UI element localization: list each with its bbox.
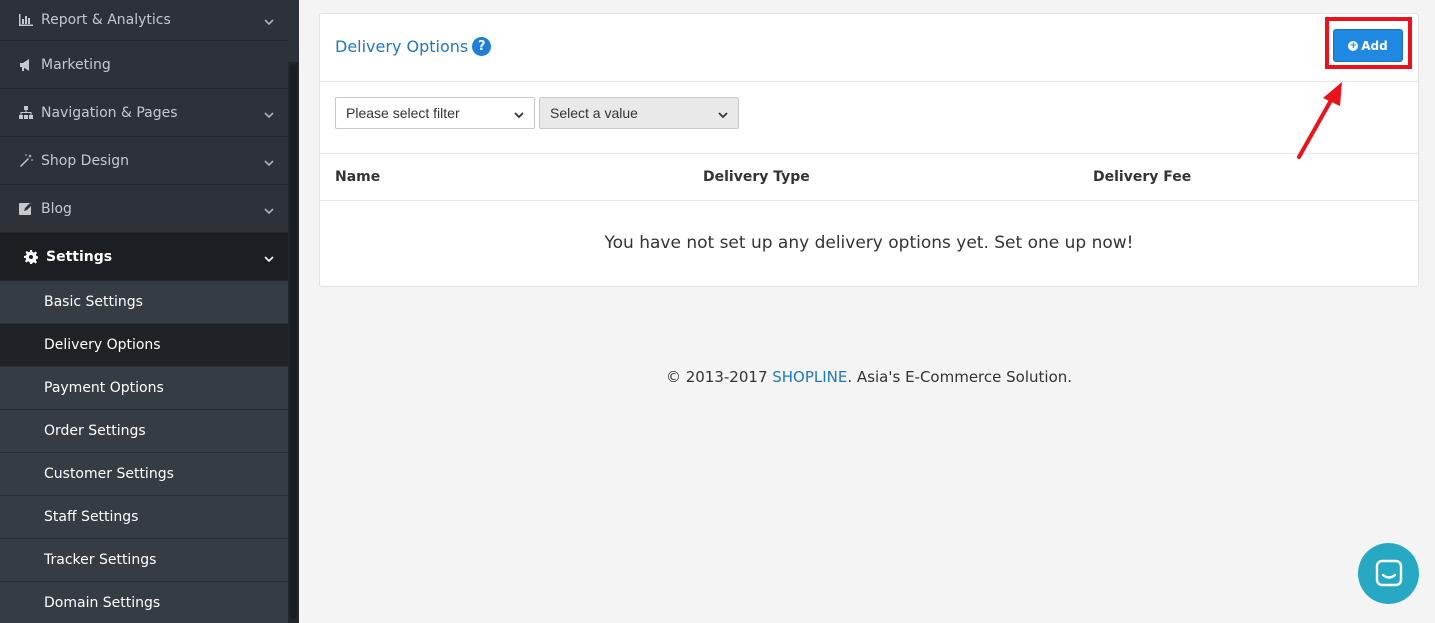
panel-header: Delivery Options ? + Add [320,14,1418,82]
magic-wand-icon [18,153,34,169]
sidebar-item-label: Blog [41,200,72,217]
chevron-down-icon [717,108,729,120]
sidebar-subitem-order-settings[interactable]: Order Settings [0,410,288,453]
chevron-down-icon [264,204,274,214]
filter-select[interactable]: Please select filter [335,97,535,129]
column-header-delivery-type[interactable]: Delivery Type [703,169,810,185]
megaphone-icon [18,57,34,73]
sidebar-subitem-label: Payment Options [44,380,164,396]
edit-icon [18,201,34,217]
sidebar-item-shop-design[interactable]: Shop Design [0,137,288,185]
help-icon[interactable]: ? [472,37,492,56]
sidebar-item-label: Shop Design [41,152,129,169]
sidebar-item-report-analytics[interactable]: Report & Analytics [0,0,288,41]
sidebar-item-label: Marketing [41,56,111,73]
column-header-delivery-fee[interactable]: Delivery Fee [1093,169,1191,185]
chat-icon [1375,559,1402,586]
sidebar-subitem-label: Delivery Options [44,337,161,353]
delivery-options-panel: Delivery Options ? + Add Please select f… [319,13,1419,287]
page-title-text: Delivery Options [335,37,469,56]
filter-bar: Please select filter Select a value [320,82,1418,154]
sidebar-item-label: Settings [46,248,113,265]
chevron-down-icon [264,156,274,166]
sidebar-subitem-label: Staff Settings [44,509,139,525]
sidebar-subitem-tracker-settings[interactable]: Tracker Settings [0,539,288,582]
sidebar-item-settings[interactable]: Settings [0,233,288,281]
sidebar-subitem-delivery-options[interactable]: Delivery Options [0,324,288,367]
sidebar-subitem-basic-settings[interactable]: Basic Settings [0,281,288,324]
sitemap-icon [18,105,34,121]
chevron-down-icon [264,15,274,26]
sidebar-scrollbar[interactable] [288,62,299,623]
sidebar-subitem-label: Basic Settings [44,294,143,310]
sidebar: Report & Analytics Marketing Navigation … [0,0,299,623]
sidebar-subitem-domain-settings[interactable]: Domain Settings [0,582,288,623]
empty-state-message: You have not set up any delivery options… [604,233,1134,253]
value-select[interactable]: Select a value [539,97,739,129]
filter-select-value: Please select filter [346,105,460,121]
sidebar-subitem-staff-settings[interactable]: Staff Settings [0,496,288,539]
page-title: Delivery Options ? [335,37,492,56]
sidebar-item-label: Navigation & Pages [41,104,178,121]
chevron-down-icon [264,252,274,262]
bar-chart-icon [18,12,34,28]
value-select-value: Select a value [550,105,638,121]
column-header-name[interactable]: Name [335,169,380,185]
footer-copyright: © 2013-2017 [665,368,773,386]
chat-launcher-button[interactable] [1358,543,1419,604]
sidebar-nav: Report & Analytics Marketing Navigation … [0,0,288,623]
scrollbar-thumb[interactable] [290,64,297,619]
sidebar-subitem-customer-settings[interactable]: Customer Settings [0,453,288,496]
table-header: Name Delivery Type Delivery Fee [320,154,1418,201]
gear-icon [23,249,39,265]
footer: © 2013-2017 SHOPLINE. Asia's E-Commerce … [319,368,1419,386]
chevron-down-icon [264,108,274,118]
sidebar-item-marketing[interactable]: Marketing [0,41,288,89]
sidebar-subitem-payment-options[interactable]: Payment Options [0,367,288,410]
sidebar-subitem-label: Customer Settings [44,466,174,482]
sidebar-subitem-label: Order Settings [44,423,146,439]
footer-brand-link[interactable]: SHOPLINE [772,368,847,386]
sidebar-item-label: Report & Analytics [41,12,171,28]
sidebar-item-blog[interactable]: Blog [0,185,288,233]
annotation-arrow [1297,82,1342,159]
sidebar-item-navigation-pages[interactable]: Navigation & Pages [0,89,288,137]
sidebar-subitem-label: Tracker Settings [44,552,157,568]
annotation-highlight-box [1325,17,1412,69]
sidebar-subitem-label: Domain Settings [44,595,161,611]
chevron-down-icon [513,108,525,120]
footer-tagline: . Asia's E-Commerce Solution. [847,368,1073,386]
